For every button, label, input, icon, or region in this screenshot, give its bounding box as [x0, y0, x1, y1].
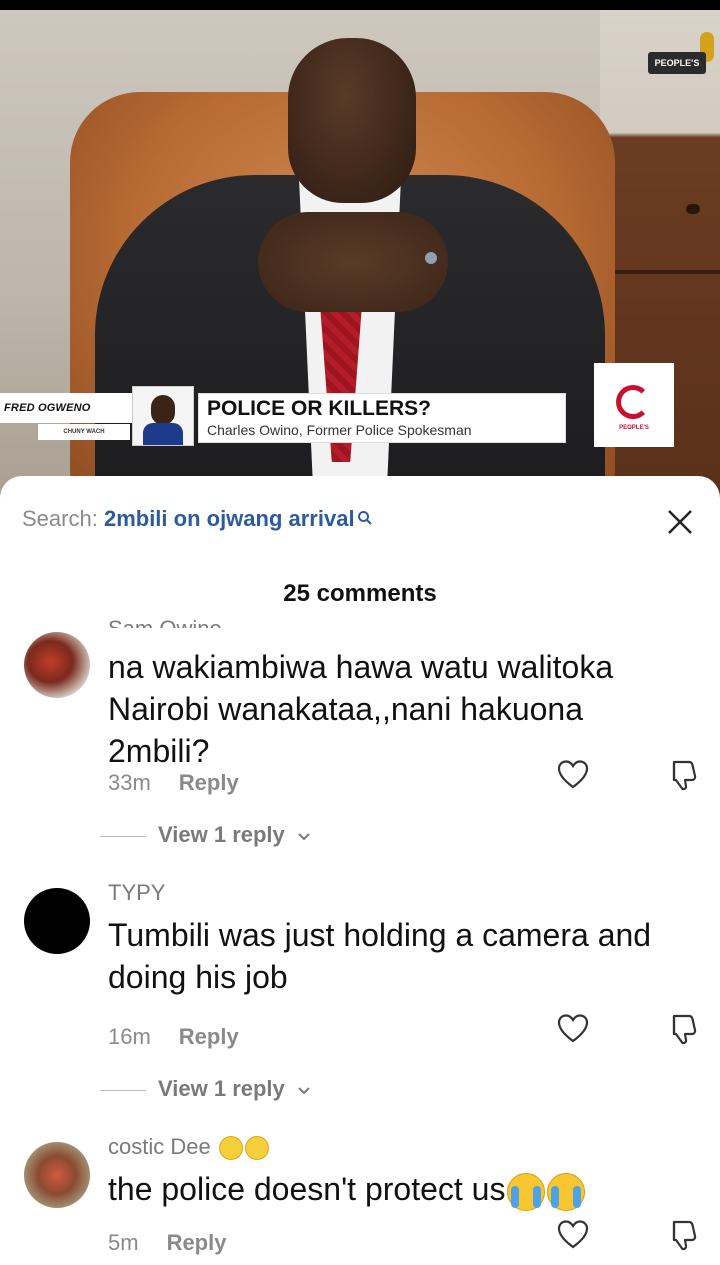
- close-icon[interactable]: [664, 506, 696, 538]
- comment-count: 25 comments: [283, 580, 437, 607]
- comment-text: Tumbili was just holding a camera and do…: [108, 917, 652, 995]
- show-badge: PEOPLE'S: [594, 363, 674, 447]
- comment-text: the police doesn't protect us: [108, 1168, 688, 1211]
- cabinet-knob: [686, 204, 700, 214]
- heart-icon[interactable]: [556, 758, 590, 792]
- lapel-pin: [425, 252, 437, 264]
- comment-username[interactable]: TYPY: [108, 880, 165, 906]
- avatar[interactable]: [24, 1142, 90, 1208]
- chevron-down-icon: [298, 833, 310, 841]
- search-bar[interactable]: Search: 2mbili on ojwang arrival: [22, 506, 373, 532]
- search-term[interactable]: 2mbili on ojwang arrival: [104, 506, 355, 531]
- view-replies-divider: [100, 1089, 146, 1091]
- comment-username-text: costic Dee: [108, 1134, 211, 1159]
- anchor-name: FRED OGWENO: [0, 393, 132, 423]
- comment-meta: 5m Reply: [108, 1230, 226, 1256]
- reply-button[interactable]: Reply: [179, 1024, 239, 1049]
- badge-text: PEOPLE'S: [619, 425, 649, 431]
- comment-time: 5m: [108, 1230, 139, 1255]
- smile-emoji-icon: [244, 1136, 269, 1161]
- status-bar: [0, 0, 720, 10]
- headline: POLICE OR KILLERS?: [207, 397, 432, 420]
- guest-thumbnail: [132, 386, 194, 446]
- view-replies-divider: [100, 835, 146, 837]
- avatar[interactable]: [24, 632, 90, 698]
- view-replies-button[interactable]: View 1 reply: [100, 1076, 311, 1102]
- view-replies-label: View 1 reply: [158, 822, 285, 847]
- channel-logo: PEOPLE'S: [648, 52, 706, 74]
- thumbs-down-icon[interactable]: [664, 758, 698, 792]
- comment-text-body: the police doesn't protect us: [108, 1171, 506, 1207]
- comment-time: 33m: [108, 770, 151, 795]
- reply-button[interactable]: Reply: [179, 770, 239, 795]
- heart-icon[interactable]: [556, 1218, 590, 1252]
- badge-logo-icon: [616, 385, 650, 419]
- thumbs-down-icon[interactable]: [664, 1218, 698, 1252]
- smile-emoji-icon: [218, 1136, 243, 1161]
- chevron-down-icon: [298, 1087, 310, 1095]
- comment-username[interactable]: Sam Owino: [108, 616, 222, 628]
- search-icon[interactable]: [357, 506, 373, 532]
- guest-thumbnail-body: [143, 423, 183, 445]
- comment-meta: 33m Reply: [108, 770, 239, 796]
- anchor-subtitle: CHUNY WACH: [38, 424, 130, 440]
- search-prefix: Search:: [22, 506, 98, 531]
- crying-emoji-icon: [547, 1172, 586, 1211]
- reply-button[interactable]: Reply: [167, 1230, 227, 1255]
- speaker-head: [288, 38, 416, 203]
- speaker-hands: [258, 212, 448, 312]
- avatar[interactable]: [24, 888, 90, 954]
- comment-meta: 16m Reply: [108, 1024, 239, 1050]
- comment-time: 16m: [108, 1024, 151, 1049]
- heart-icon[interactable]: [556, 1012, 590, 1046]
- cabinet-edge: [606, 270, 720, 274]
- crying-emoji-icon: [507, 1172, 546, 1211]
- view-replies-button[interactable]: View 1 reply: [100, 822, 311, 848]
- lower-third: POLICE OR KILLERS? Charles Owino, Former…: [198, 393, 566, 443]
- comment-text: na wakiambiwa hawa watu walitoka Nairobi…: [108, 649, 614, 769]
- view-replies-label: View 1 reply: [158, 1076, 285, 1101]
- comment-username[interactable]: costic Dee: [108, 1134, 269, 1161]
- thumbs-down-icon[interactable]: [664, 1012, 698, 1046]
- guest-thumbnail-head: [151, 395, 175, 425]
- comments-sheet: Search: 2mbili on ojwang arrival 25 comm…: [0, 476, 720, 1265]
- video-player[interactable]: PEOPLE'S FRED OGWENO CHUNY WACH POLICE O…: [0, 0, 720, 500]
- guest-caption: Charles Owino, Former Police Spokesman: [207, 422, 472, 438]
